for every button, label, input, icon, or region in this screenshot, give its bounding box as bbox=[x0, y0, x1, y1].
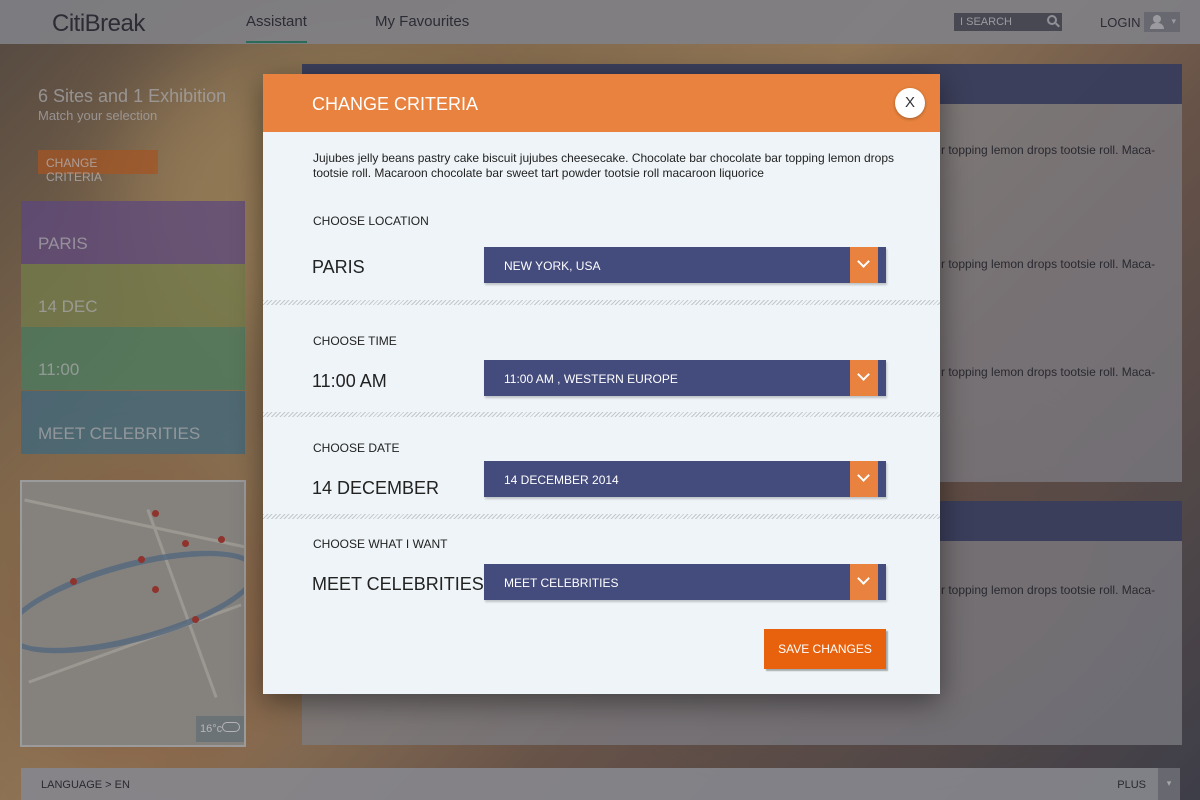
select-value: 14 DECEMBER 2014 bbox=[504, 473, 619, 487]
section-divider bbox=[263, 300, 940, 305]
select-value: MEET CELEBRITIES bbox=[504, 576, 619, 590]
location-current-value: PARIS bbox=[312, 257, 365, 277]
activity-label: CHOOSE WHAT I WANT bbox=[313, 537, 448, 551]
chevron-down-icon[interactable] bbox=[850, 461, 878, 497]
modal-title: CHANGE CRITERIA bbox=[312, 94, 479, 114]
location-select[interactable]: NEW YORK, USA bbox=[484, 247, 886, 283]
date-current-value: 14 DECEMBER bbox=[312, 478, 440, 498]
time-label: CHOOSE TIME bbox=[313, 334, 397, 348]
activity-select[interactable]: MEET CELEBRITIES bbox=[484, 564, 886, 600]
chevron-down-icon[interactable] bbox=[850, 564, 878, 600]
select-value: 11:00 AM , WESTERN EUROPE bbox=[504, 372, 678, 386]
chevron-down-icon[interactable] bbox=[850, 360, 878, 396]
save-changes-button[interactable]: SAVE CHANGES bbox=[764, 629, 886, 669]
modal-intro-text: Jujubes jelly beans pastry cake biscuit … bbox=[313, 151, 895, 180]
modal-header: CHANGE CRITERIA X bbox=[263, 74, 940, 132]
time-select[interactable]: 11:00 AM , WESTERN EUROPE bbox=[484, 360, 886, 396]
select-value: NEW YORK, USA bbox=[504, 259, 601, 273]
location-label: CHOOSE LOCATION bbox=[313, 214, 429, 228]
close-button[interactable]: X bbox=[895, 88, 925, 118]
change-criteria-modal: CHANGE CRITERIA X Jujubes jelly beans pa… bbox=[263, 74, 940, 694]
chevron-down-icon[interactable] bbox=[850, 247, 878, 283]
section-divider bbox=[263, 412, 940, 417]
time-current-value: 11:00 AM bbox=[312, 371, 387, 391]
date-select[interactable]: 14 DECEMBER 2014 bbox=[484, 461, 886, 497]
section-divider bbox=[263, 514, 940, 519]
activity-current-value: MEET CELEBRITIES bbox=[312, 574, 484, 594]
date-label: CHOOSE DATE bbox=[313, 441, 400, 455]
